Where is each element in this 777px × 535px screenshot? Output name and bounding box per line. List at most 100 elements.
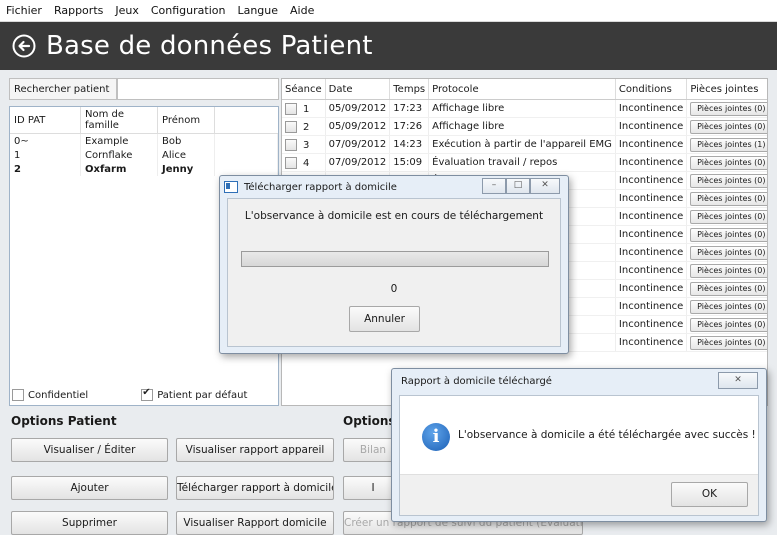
confidential-checkbox[interactable]	[12, 389, 24, 401]
col-header-lastname[interactable]: Nom de famille	[80, 107, 158, 134]
cell-date: 05/09/2012	[325, 99, 391, 118]
menu-jeux[interactable]: Jeux	[109, 4, 145, 17]
cell-conditions: Incontinence	[615, 333, 688, 352]
menu-aide[interactable]: Aide	[284, 4, 320, 17]
row-checkbox[interactable]	[285, 102, 297, 115]
cell-seance: 1	[282, 99, 326, 118]
table-row[interactable]: 2 05/09/2012 17:26 Affichage libre Incontine…	[282, 117, 767, 136]
cell-time: 15:09	[389, 153, 430, 172]
cell-time: 17:23	[389, 99, 430, 118]
cell-conditions: Incontinence	[615, 297, 688, 316]
add-patient-button[interactable]: Ajouter	[11, 476, 168, 500]
cell-conditions: Incontinence	[615, 279, 688, 298]
cell-empty	[214, 133, 278, 148]
cell-attachments: Pièces jointes (0)	[686, 171, 767, 190]
menu-configuration[interactable]: Configuration	[145, 4, 232, 17]
cell-empty	[214, 148, 278, 162]
cell-lastname: Oxfarm	[80, 162, 158, 176]
menu-bar: Fichier Rapports Jeux Configuration Lang…	[0, 0, 777, 22]
cell-attachments: Pièces jointes (0)	[686, 243, 767, 262]
attachments-button[interactable]: Pièces jointes (0)	[690, 119, 767, 134]
close-icon[interactable]: ✕	[530, 178, 560, 194]
download-dialog-title: Télécharger rapport à domicile	[244, 181, 397, 193]
menu-rapports[interactable]: Rapports	[48, 4, 109, 17]
minimize-icon[interactable]: –	[482, 178, 506, 194]
confidential-label: Confidentiel	[28, 389, 89, 401]
cell-attachments: Pièces jointes (1)	[686, 135, 767, 154]
cell-time: 17:26	[389, 117, 430, 136]
col-header-time[interactable]: Temps	[389, 79, 430, 100]
close-icon[interactable]: ✕	[718, 372, 758, 389]
attachments-button[interactable]: Pièces jointes (0)	[690, 191, 767, 206]
download-complete-dialog: Rapport à domicile téléchargé ✕ i L'obse…	[391, 368, 767, 522]
attachments-button[interactable]: Pièces jointes (0)	[690, 263, 767, 278]
attachments-button[interactable]: Pièces jointes (0)	[690, 155, 767, 170]
col-header-conditions[interactable]: Conditions	[615, 79, 688, 100]
table-row[interactable]: 3 07/09/2012 14:23 Exécution à partir de l'…	[282, 135, 767, 154]
menu-langue[interactable]: Langue	[231, 4, 284, 17]
view-device-report-button[interactable]: Visualiser rapport appareil	[176, 438, 334, 462]
download-complete-message: L'observance à domicile a été téléchargé…	[458, 429, 756, 441]
title-bar: Base de données Patient	[0, 22, 777, 70]
download-home-report-button[interactable]: Télécharger rapport à domicile	[176, 476, 334, 500]
attachments-button[interactable]: Pièces jointes (0)	[690, 335, 767, 350]
row-checkbox[interactable]	[285, 156, 297, 169]
col-header-empty	[214, 107, 278, 134]
cell-attachments: Pièces jointes (0)	[686, 153, 767, 172]
col-header-firstname[interactable]: Prénom	[157, 107, 215, 134]
cell-conditions: Incontinence	[615, 189, 688, 208]
attachments-button[interactable]: Pièces jointes (1)	[690, 137, 767, 152]
patient-flags: Confidentiel Patient par défaut	[12, 387, 248, 401]
attachments-button[interactable]: Pièces jointes (0)	[690, 101, 767, 116]
attachments-button[interactable]: Pièces jointes (0)	[690, 173, 767, 188]
table-row[interactable]: 1 Cornflake Alice	[10, 148, 278, 162]
cell-attachments: Pièces jointes (0)	[686, 315, 767, 334]
search-input[interactable]	[117, 78, 279, 100]
cell-protocol: Affichage libre	[428, 117, 616, 136]
view-edit-button[interactable]: Visualiser / Éditer	[11, 438, 168, 462]
col-header-seance[interactable]: Séance	[282, 79, 326, 100]
col-header-attachments[interactable]: Pièces jointes	[686, 79, 767, 100]
table-row[interactable]: 2 Oxfarm Jenny	[10, 162, 278, 176]
cell-lastname: Cornflake	[80, 148, 158, 162]
default-patient-label: Patient par défaut	[157, 389, 248, 401]
cancel-button[interactable]: Annuler	[349, 306, 420, 332]
row-checkbox[interactable]	[285, 138, 297, 151]
cell-firstname: Alice	[157, 148, 215, 162]
row-checkbox[interactable]	[285, 120, 297, 133]
back-arrow-icon[interactable]	[12, 34, 36, 58]
attachments-button[interactable]: Pièces jointes (0)	[690, 299, 767, 314]
window-controls: – □ ✕	[482, 178, 560, 194]
cell-attachments: Pièces jointes (0)	[686, 225, 767, 244]
cell-id: 1	[10, 148, 81, 162]
info-icon: i	[422, 423, 450, 451]
attachments-button[interactable]: Pièces jointes (0)	[690, 227, 767, 242]
col-header-id[interactable]: ID PAT	[10, 107, 81, 134]
attachments-button[interactable]: Pièces jointes (0)	[690, 209, 767, 224]
page-title: Base de données Patient	[46, 31, 373, 61]
attachments-button[interactable]: Pièces jointes (0)	[690, 281, 767, 296]
attachments-button[interactable]: Pièces jointes (0)	[690, 245, 767, 260]
cell-attachments: Pièces jointes (0)	[686, 99, 767, 118]
cell-seance: 3	[282, 135, 326, 154]
cell-conditions: Incontinence	[615, 117, 688, 136]
menu-fichier[interactable]: Fichier	[0, 4, 48, 17]
download-dialog: Télécharger rapport à domicile – □ ✕ L'o…	[219, 175, 569, 354]
table-row[interactable]: 4 07/09/2012 15:09 Évaluation travail / rep…	[282, 153, 767, 172]
default-patient-checkbox[interactable]	[141, 387, 154, 401]
col-header-protocol[interactable]: Protocole	[428, 79, 616, 100]
download-count: 0	[390, 283, 398, 295]
attachments-button[interactable]: Pièces jointes (0)	[690, 317, 767, 332]
seance-number: 2	[303, 121, 310, 133]
cell-conditions: Incontinence	[615, 99, 688, 118]
cell-attachments: Pièces jointes (0)	[686, 207, 767, 226]
view-home-report-button[interactable]: Visualiser Rapport domicile	[176, 511, 334, 535]
ok-button[interactable]: OK	[671, 482, 748, 507]
col-header-date[interactable]: Date	[325, 79, 391, 100]
download-progress-bar	[241, 251, 549, 267]
maximize-icon[interactable]: □	[506, 178, 530, 194]
delete-patient-button[interactable]: Supprimer	[11, 511, 168, 535]
table-row[interactable]: 0~ Example Bob	[10, 133, 278, 148]
seance-number: 3	[303, 139, 310, 151]
table-row[interactable]: 1 05/09/2012 17:23 Affichage libre Incontine…	[282, 99, 767, 118]
